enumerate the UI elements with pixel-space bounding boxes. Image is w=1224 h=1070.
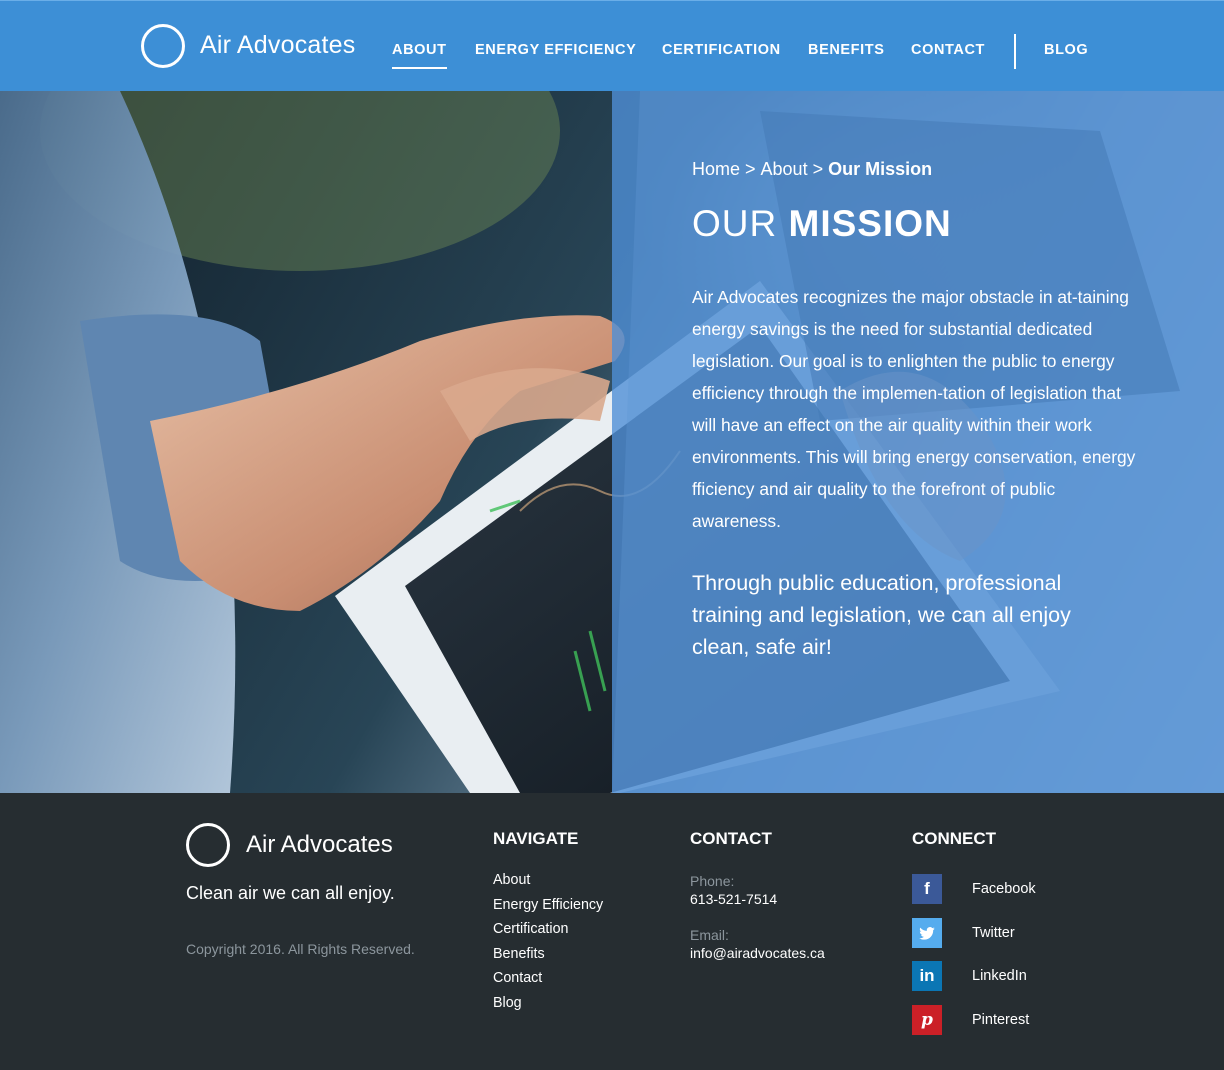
footer-contact-heading: CONTACT <box>690 829 772 848</box>
nav-divider <box>1014 34 1016 69</box>
footer-tagline: Clean air we can all enjoy. <box>186 883 395 903</box>
footer-link-certification[interactable]: Certification <box>493 921 569 937</box>
breadcrumb-separator: > <box>812 159 824 179</box>
email-link[interactable]: info@airadvocates.ca <box>690 945 825 961</box>
breadcrumb-separator: > <box>745 159 756 179</box>
mission-paragraph: Air Advocates recognizes the major obsta… <box>692 287 1136 531</box>
nav-certification[interactable]: CERTIFICATION <box>662 42 781 58</box>
mission-callout: Through public education, professional t… <box>692 571 1071 659</box>
facebook-icon[interactable]: f <box>912 874 942 904</box>
footer-navigate-list: About Energy Efficiency Certification Be… <box>493 871 603 1019</box>
list-item: Benefits <box>493 945 603 970</box>
phone-label: Phone: <box>690 873 735 889</box>
facebook-link[interactable]: Facebook <box>972 881 1036 897</box>
logo-circle-icon[interactable] <box>141 24 185 68</box>
site-header: Air Advocates ABOUT ENERGY EFFICIENCY CE… <box>0 0 1224 91</box>
footer-connect-heading: CONNECT <box>912 829 997 848</box>
footer-link-contact[interactable]: Contact <box>493 970 542 986</box>
breadcrumb-about[interactable]: About <box>761 159 808 179</box>
site-footer: Air Advocates Clean air we can all enjoy… <box>0 793 1224 1070</box>
linkedin-icon[interactable]: in <box>912 961 942 991</box>
list-item: Certification <box>493 920 603 945</box>
page-title: OUR MISSION <box>692 203 952 245</box>
phone-number-link[interactable]: 613-521-7514 <box>690 891 777 907</box>
footer-link-blog[interactable]: Blog <box>493 995 522 1011</box>
footer-logo-circle-icon[interactable] <box>186 823 230 867</box>
footer-link-energy-efficiency[interactable]: Energy Efficiency <box>493 897 603 913</box>
hero-section: Home > About > Our Mission OUR MISSION Air A… <box>0 91 1224 793</box>
email-label: Email: <box>690 927 729 943</box>
nav-blog[interactable]: BLOG <box>1044 42 1088 58</box>
breadcrumb-current: Our Mission <box>828 159 933 179</box>
list-item: Contact <box>493 969 603 994</box>
nav-energy-efficiency[interactable]: ENERGY EFFICIENCY <box>475 42 636 58</box>
pinterest-link[interactable]: Pinterest <box>972 1012 1029 1028</box>
page-title-light: OUR <box>692 203 778 244</box>
footer-logo-text[interactable]: Air Advocates <box>246 831 393 859</box>
twitter-icon[interactable] <box>912 918 942 948</box>
linkedin-link[interactable]: LinkedIn <box>972 968 1027 984</box>
footer-link-benefits[interactable]: Benefits <box>493 946 545 962</box>
nav-about[interactable]: ABOUT <box>392 42 447 69</box>
list-item: Energy Efficiency <box>493 896 603 921</box>
list-item: Blog <box>493 994 603 1019</box>
footer-navigate-heading: NAVIGATE <box>493 829 579 848</box>
breadcrumb: Home > About > Our Mission <box>692 159 932 180</box>
nav-benefits[interactable]: BENEFITS <box>808 42 885 58</box>
nav-contact[interactable]: CONTACT <box>911 42 985 58</box>
footer-copyright: Copyright 2016. All Rights Reserved. <box>186 941 415 957</box>
site-logo-text[interactable]: Air Advocates <box>200 31 355 60</box>
pinterest-icon[interactable]: p <box>912 1005 942 1035</box>
list-item: About <box>493 871 603 896</box>
twitter-bird-icon <box>919 926 935 940</box>
footer-link-about[interactable]: About <box>493 872 530 888</box>
breadcrumb-home[interactable]: Home <box>692 159 740 179</box>
twitter-link[interactable]: Twitter <box>972 925 1015 941</box>
page-title-bold: MISSION <box>788 203 952 244</box>
